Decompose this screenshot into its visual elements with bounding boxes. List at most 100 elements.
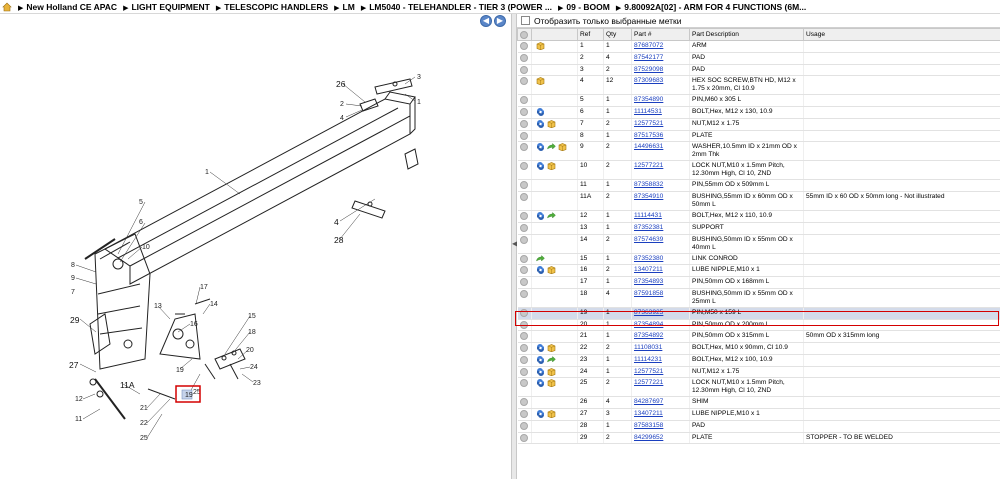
row-select-cell[interactable] [518, 234, 532, 253]
callout-26[interactable]: 26 [336, 79, 346, 89]
package-icon[interactable] [547, 368, 556, 376]
replacement-icon[interactable] [536, 368, 545, 376]
row-select-cell[interactable] [518, 409, 532, 421]
table-row[interactable]: 14287574639BUSHING,50mm ID x 55mm OD x 4… [518, 234, 1000, 253]
package-icon[interactable] [547, 410, 556, 418]
add-to-cart-icon[interactable] [520, 236, 528, 244]
replacement-icon[interactable] [536, 379, 545, 387]
part-number-link[interactable]: 12577221 [634, 162, 663, 169]
package-icon[interactable] [558, 143, 567, 151]
part-number-link[interactable]: 87354893 [634, 278, 663, 285]
breadcrumb-item[interactable]: ▶LM [334, 2, 355, 12]
table-row[interactable]: 6111114531BOLT,Hex, M12 x 130, 10.9 [518, 107, 1000, 119]
table-row[interactable]: 24112577521NUT,M12 x 1.75 [518, 366, 1000, 378]
row-select-cell[interactable] [518, 319, 532, 331]
callout-11a[interactable]: 11A [120, 380, 135, 390]
part-number-link[interactable]: 87309683 [634, 77, 663, 84]
replacement-icon[interactable] [536, 212, 545, 220]
table-row[interactable]: 3287529098PAD [518, 64, 1000, 76]
part-number-link[interactable]: 87363925 [634, 309, 663, 316]
row-select-cell[interactable] [518, 331, 532, 343]
callout-27[interactable]: 27 [69, 360, 79, 370]
table-row[interactable]: 5187354890PIN,M60 x 305 L [518, 95, 1000, 107]
add-to-cart-icon[interactable] [520, 368, 528, 376]
row-select-cell[interactable] [518, 41, 532, 53]
row-select-cell[interactable] [518, 118, 532, 130]
green-arrow-icon[interactable] [547, 143, 556, 151]
add-to-cart-icon[interactable] [520, 193, 528, 201]
table-row[interactable]: 27313407211LUBE NIPPLE,M10 x 1 [518, 409, 1000, 421]
breadcrumb-item[interactable]: ▶LM5040 - TELEHANDLER - TIER 3 (POWER ..… [361, 2, 552, 12]
table-row[interactable]: 13187352381SUPPORT [518, 222, 1000, 234]
part-number-link[interactable]: 12577221 [634, 379, 663, 386]
show-selected-only-checkbox[interactable] [521, 16, 530, 25]
part-number-link[interactable]: 13407211 [634, 266, 663, 273]
part-number-link[interactable]: 11108031 [634, 344, 662, 351]
replacement-icon[interactable] [536, 410, 545, 418]
replacement-icon[interactable] [536, 162, 545, 170]
table-row[interactable]: 11A287354910BUSHING,55mm ID x 60mm OD x … [518, 192, 1000, 211]
add-to-cart-icon[interactable] [520, 255, 528, 263]
part-number-link[interactable]: 87354910 [634, 193, 663, 200]
table-row[interactable]: 28187583158PAD [518, 420, 1000, 432]
row-select-cell[interactable] [518, 211, 532, 223]
table-row[interactable]: 8187517536PLATE [518, 130, 1000, 142]
add-to-cart-icon[interactable] [520, 66, 528, 74]
package-icon[interactable] [547, 162, 556, 170]
row-select-cell[interactable] [518, 354, 532, 366]
part-number-link[interactable]: 87354892 [634, 332, 663, 339]
part-number-link[interactable]: 11114231 [634, 356, 662, 363]
table-row[interactable]: 15187352380LINK CONROD [518, 253, 1000, 265]
table-row[interactable]: 12111114431BOLT,Hex, M12 x 110, 10.9 [518, 211, 1000, 223]
part-number-link[interactable]: 87574639 [634, 236, 663, 243]
replacement-icon[interactable] [536, 108, 545, 116]
select-all-header[interactable] [518, 29, 532, 41]
part-number-link[interactable]: 14496631 [634, 143, 663, 150]
add-to-cart-icon[interactable] [520, 162, 528, 170]
package-icon[interactable] [547, 344, 556, 352]
part-number-link[interactable]: 87529098 [634, 66, 663, 73]
table-row[interactable]: 18487591858BUSHING,50mm ID x 55mm OD x 2… [518, 288, 1000, 307]
package-icon[interactable] [547, 120, 556, 128]
column-header-part-description[interactable]: Part Description [690, 29, 804, 41]
table-row[interactable]: 29284299652PLATESTOPPER - TO BE WELDED [518, 432, 1000, 444]
part-number-link[interactable]: 11114431 [634, 212, 662, 219]
row-select-cell[interactable] [518, 288, 532, 307]
part-number-link[interactable]: 87542177 [634, 54, 663, 61]
previous-diagram-button[interactable]: ◀ [480, 15, 492, 27]
table-row[interactable]: 19187363925PIN,M50 x 159 L [518, 307, 1000, 319]
table-row[interactable]: 41287309683HEX SOC SCREW,BTN HD, M12 x 1… [518, 76, 1000, 95]
callout-19[interactable]: 19 [185, 392, 193, 399]
callout-28[interactable]: 28 [334, 235, 344, 245]
add-to-cart-icon[interactable] [520, 321, 528, 329]
replacement-icon[interactable] [536, 120, 545, 128]
row-select-cell[interactable] [518, 52, 532, 64]
add-to-cart-icon[interactable] [520, 422, 528, 430]
table-row[interactable]: 1187687072ARM [518, 41, 1000, 53]
part-number-link[interactable]: 87358832 [634, 181, 663, 188]
add-to-cart-icon[interactable] [520, 224, 528, 232]
row-select-cell[interactable] [518, 378, 532, 397]
breadcrumb-item[interactable]: ▶9.80092A[02] - ARM FOR 4 FUNCTIONS (6M.… [616, 2, 806, 12]
package-icon[interactable] [536, 42, 545, 50]
row-select-cell[interactable] [518, 192, 532, 211]
row-select-cell[interactable] [518, 432, 532, 444]
table-row[interactable]: 16213407211LUBE NIPPLE,M10 x 1 [518, 265, 1000, 277]
table-row[interactable]: 11187358832PIN,55mm OD x 509mm L [518, 180, 1000, 192]
exploded-parts-diagram[interactable]: 1 26 2 4 3 1 4 28 5 6 10 8 9 7 29 27 11A… [0, 14, 511, 479]
add-to-cart-icon[interactable] [520, 290, 528, 298]
row-select-cell[interactable] [518, 420, 532, 432]
add-to-cart-icon[interactable] [520, 212, 528, 220]
table-row[interactable]: 2487542177PAD [518, 52, 1000, 64]
part-number-link[interactable]: 13407211 [634, 410, 663, 417]
add-to-cart-icon[interactable] [520, 344, 528, 352]
column-header-usage[interactable]: Usage [804, 29, 1000, 41]
breadcrumb-item[interactable]: ▶09 - BOOM [558, 2, 610, 12]
row-select-cell[interactable] [518, 142, 532, 161]
add-to-cart-icon[interactable] [520, 434, 528, 442]
part-number-link[interactable]: 87352380 [634, 255, 663, 262]
replacement-icon[interactable] [536, 344, 545, 352]
breadcrumb-item[interactable]: ▶New Holland CE APAC [18, 2, 117, 12]
row-select-cell[interactable] [518, 76, 532, 95]
green-arrow-icon[interactable] [536, 255, 545, 263]
